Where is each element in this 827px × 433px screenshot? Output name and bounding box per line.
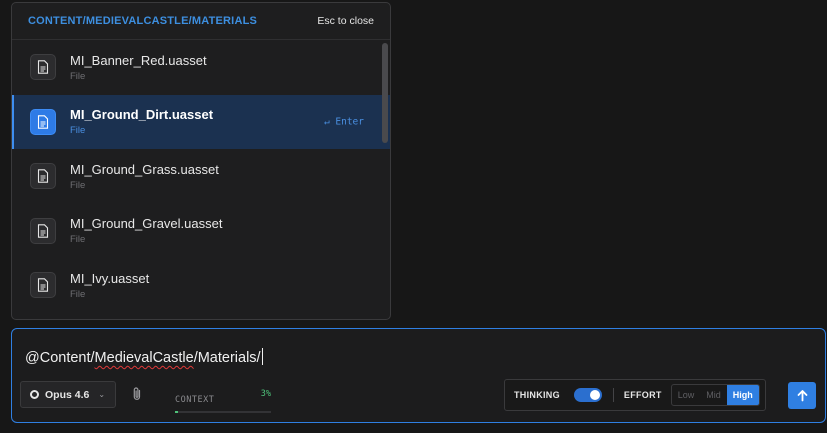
file-icon (30, 217, 56, 244)
thinking-toggle[interactable] (573, 388, 602, 402)
prompt-input[interactable]: @Content/MedievalCastle/Materials/ (25, 348, 263, 366)
file-icon (30, 272, 56, 299)
popup-header: CONTENT/MEDIEVALCASTLE/MATERIALS Esc to … (12, 3, 390, 40)
popup-scrollbar[interactable] (382, 41, 388, 319)
file-picker-popup: CONTENT/MEDIEVALCASTLE/MATERIALS Esc to … (11, 2, 391, 320)
file-list: MI_Banner_Red.uasset File MI_Ground_Dirt… (12, 40, 390, 313)
file-name: MI_Ground_Dirt.uasset (70, 107, 214, 123)
context-percent: 3% (260, 389, 271, 399)
file-list-item[interactable]: MI_Ivy.uasset File (12, 258, 390, 313)
toggle-knob (589, 390, 600, 400)
model-label: Opus 4.6 (45, 388, 90, 401)
input-misspelled-word: MedievalCastle (94, 350, 194, 366)
popup-path: CONTENT/MEDIEVALCASTLE/MATERIALS (28, 15, 258, 27)
thinking-label: THINKING (514, 390, 560, 400)
effort-option-high[interactable]: High (726, 385, 759, 405)
file-icon (30, 54, 56, 81)
text-caret (261, 348, 263, 365)
esc-close-hint[interactable]: Esc to close (317, 15, 374, 27)
effort-option-low[interactable]: Low (672, 385, 701, 405)
reasoning-controls: THINKING EFFORT Low Mid High (504, 379, 766, 411)
file-type: File (70, 288, 86, 300)
paperclip-icon[interactable] (130, 386, 144, 402)
context-bar (175, 411, 271, 413)
enter-hint: ↵ Enter (323, 116, 364, 128)
chevron-down-icon: ⌄ (98, 390, 106, 399)
file-type: File (70, 70, 86, 82)
file-name: MI_Ivy.uasset (70, 270, 150, 286)
file-name: MI_Banner_Red.uasset (70, 52, 207, 68)
effort-option-mid[interactable]: Mid (700, 385, 727, 405)
file-icon (30, 163, 56, 190)
file-type: File (70, 234, 86, 246)
file-type: File (70, 125, 86, 137)
file-list-item[interactable]: MI_Banner_Red.uasset File (12, 40, 390, 95)
file-icon (30, 108, 56, 135)
prompt-composer[interactable]: @Content/MedievalCastle/Materials/ Opus … (11, 328, 826, 423)
input-suffix: /Materials/ (193, 350, 261, 366)
send-button[interactable] (788, 382, 816, 409)
context-bar-fill (175, 411, 178, 413)
effort-label: EFFORT (623, 390, 662, 400)
app-root: CONTENT/MEDIEVALCASTLE/MATERIALS Esc to … (0, 0, 827, 433)
file-list-item[interactable]: MI_Ground_Grass.uasset File (12, 149, 390, 204)
file-type: File (70, 179, 86, 191)
model-select[interactable]: Opus 4.6 ⌄ (20, 381, 116, 408)
file-list-item-selected[interactable]: MI_Ground_Dirt.uasset File ↵ Enter (12, 94, 390, 149)
model-circle-icon (30, 390, 39, 399)
arrow-up-icon (797, 390, 807, 402)
divider (612, 388, 614, 402)
input-prefix: @Content/ (25, 350, 95, 366)
context-label: CONTEXT (175, 395, 215, 405)
file-name: MI_Ground_Gravel.uasset (70, 216, 223, 232)
context-meter: CONTEXT 3% (175, 389, 271, 413)
effort-segmented-control: Low Mid High (670, 384, 760, 406)
file-name: MI_Ground_Grass.uasset (70, 161, 219, 177)
scrollbar-thumb[interactable] (382, 43, 388, 143)
file-list-item[interactable]: MI_Ground_Gravel.uasset File (12, 204, 390, 259)
